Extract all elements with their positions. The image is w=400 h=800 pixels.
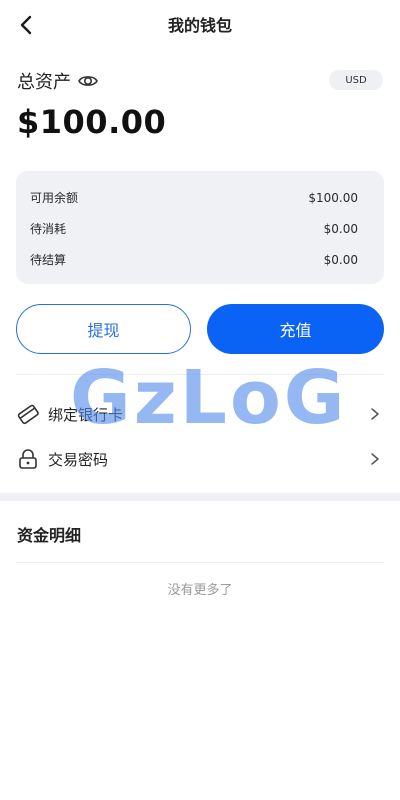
menu-item-label: 交易密码 <box>48 450 109 469</box>
menu-item-label: 绑定银行卡 <box>48 405 124 424</box>
divider <box>16 562 384 563</box>
fund-details-title: 资金明细 <box>17 526 82 545</box>
total-assets-label: 总资产 <box>17 72 71 93</box>
balance-label: 待消耗 <box>30 222 67 236</box>
balance-value: $0.00 <box>323 221 358 236</box>
bank-card-icon <box>16 402 40 426</box>
header-bar: 我的钱包 <box>0 0 400 48</box>
balance-row-available: 可用余额 $100.00 <box>30 189 358 206</box>
balance-card: 可用余额 $100.00 待消耗 $0.00 待结算 $0.00 <box>16 171 384 284</box>
menu-item-bind-bank-card[interactable]: 绑定银行卡 <box>16 396 384 432</box>
balance-label: 待结算 <box>30 253 67 267</box>
page-title: 我的钱包 <box>167 16 232 35</box>
withdraw-button[interactable]: 提现 <box>16 304 191 354</box>
eye-icon[interactable] <box>77 70 99 92</box>
menu-item-trade-password[interactable]: 交易密码 <box>16 441 384 477</box>
balance-value: $100.00 <box>308 190 358 205</box>
balance-row-pending-settle: 待结算 $0.00 <box>30 251 358 268</box>
balance-value: $0.00 <box>323 252 358 267</box>
divider <box>16 374 384 375</box>
recharge-button[interactable]: 充值 <box>207 304 384 354</box>
empty-list-text: 没有更多了 <box>167 583 233 598</box>
total-assets-amount: $100.00 <box>17 103 167 141</box>
wallet-page: 我的钱包 总资产 USD $100.00 可用余额 $100.00 待消耗 $0… <box>0 0 400 800</box>
chevron-right-icon <box>368 407 382 421</box>
section-divider <box>0 493 400 501</box>
chevron-right-icon <box>368 452 382 466</box>
lock-icon <box>16 447 40 471</box>
balance-label: 可用余额 <box>30 191 79 205</box>
total-assets-header: 总资产 <box>17 68 99 94</box>
balance-row-pending-consume: 待消耗 $0.00 <box>30 220 358 237</box>
currency-badge[interactable]: USD <box>329 70 383 90</box>
